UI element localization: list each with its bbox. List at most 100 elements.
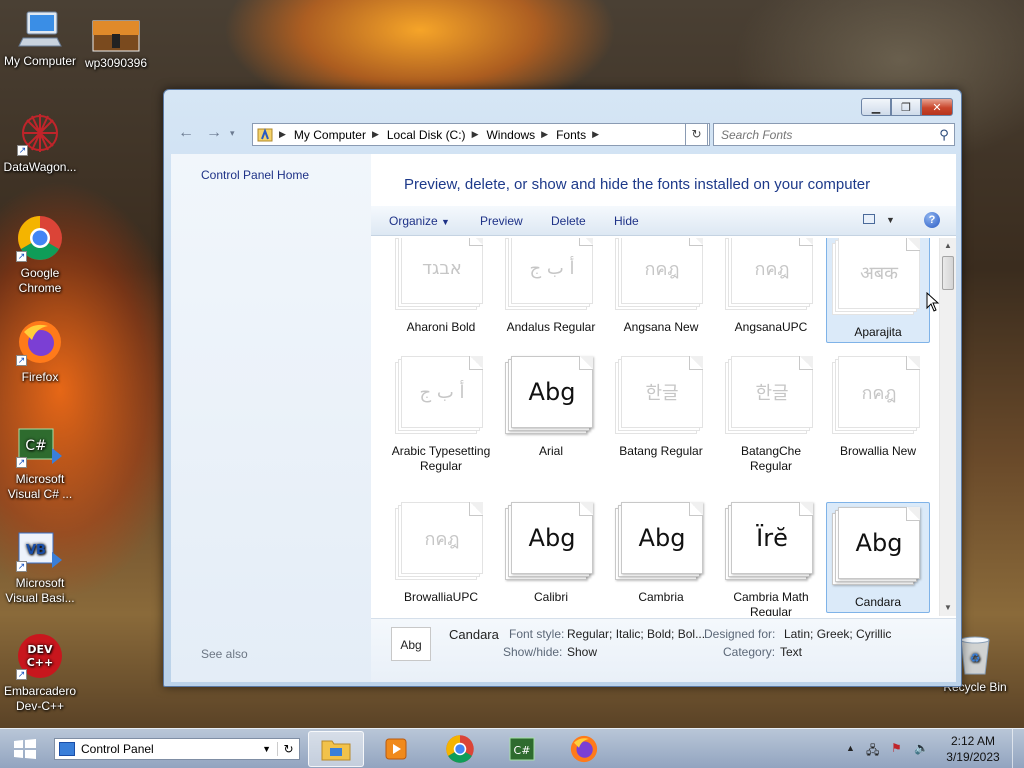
font-item[interactable]: กคฎ Angsana New: [609, 238, 713, 335]
font-item[interactable]: أ ب ج Arabic Typesetting Regular: [389, 356, 493, 474]
start-button[interactable]: [10, 737, 40, 761]
breadcrumb-windows[interactable]: Windows: [486, 128, 535, 142]
breadcrumb-local-disk[interactable]: Local Disk (C:): [387, 128, 466, 142]
font-page-icon: กคฎ: [621, 238, 703, 304]
font-item[interactable]: אבגד Aharoni Bold: [389, 238, 493, 335]
desktop-icon-label: Microsoft Visual Basi...: [5, 576, 75, 605]
taskbar-address-toolbar[interactable]: Control Panel ▼ ↻: [54, 738, 300, 760]
chevron-down-icon[interactable]: ▼: [262, 744, 271, 754]
search-box[interactable]: ⚲: [713, 123, 955, 146]
page-fold-icon: [689, 238, 703, 246]
scroll-up-icon[interactable]: ▲: [940, 238, 956, 254]
font-item[interactable]: अबक Aparajita: [826, 238, 930, 343]
close-button[interactable]: ✕: [921, 98, 953, 116]
details-category-label: Category:: [723, 645, 776, 659]
taskbar-chrome[interactable]: [432, 731, 488, 767]
desktop-icon-visual-csharp[interactable]: C# ↗ Microsoft Visual C# ...: [0, 426, 80, 502]
refresh-button[interactable]: ↻: [685, 123, 708, 146]
font-item[interactable]: 한글 Batang Regular: [609, 356, 713, 459]
details-designed-for-value: Latin; Greek; Cyrillic: [784, 627, 892, 641]
font-item[interactable]: أ ب ج Andalus Regular: [499, 238, 603, 335]
shortcut-arrow-icon: ↗: [16, 669, 27, 680]
desktop-icon-label: Google Chrome: [18, 266, 62, 295]
taskbar-address-value: Control Panel: [81, 742, 154, 756]
font-item[interactable]: กคฎ Browallia New: [826, 356, 930, 459]
recent-pages-button[interactable]: ▾: [230, 128, 235, 139]
minimize-button[interactable]: ▁: [861, 98, 891, 116]
help-button[interactable]: ?: [924, 212, 940, 228]
change-view-button[interactable]: [863, 213, 875, 227]
visual-csharp-icon: C# ↗: [16, 426, 64, 468]
action-center-icon[interactable]: ⚑: [891, 741, 902, 755]
font-page-icon: Ïrĕ: [731, 502, 813, 574]
desktop-icon-devcpp[interactable]: DEV C++ ↗ Embarcadero Dev-C++: [0, 632, 80, 714]
preview-button[interactable]: Preview: [480, 214, 523, 228]
font-item[interactable]: กคฎ AngsanaUPC: [719, 238, 823, 335]
control-panel-home-link[interactable]: Control Panel Home: [201, 168, 309, 182]
hide-button[interactable]: Hide: [614, 214, 639, 228]
taskbar-clock[interactable]: 2:12 AM 3/19/2023: [940, 733, 1006, 765]
font-item[interactable]: Abg Cambria: [609, 502, 713, 605]
font-name-label: AngsanaUPC: [734, 320, 808, 334]
network-icon[interactable]: 🖧: [866, 741, 879, 762]
search-input[interactable]: [714, 127, 934, 142]
taskbar-visual-csharp[interactable]: C#: [494, 731, 550, 767]
font-name-label: Andalus Regular: [506, 320, 596, 334]
volume-icon[interactable]: 🔈: [914, 741, 929, 755]
view-options-button[interactable]: ▼: [886, 215, 895, 225]
page-fold-icon: [689, 502, 703, 516]
vertical-scrollbar[interactable]: ▲ ▼: [939, 238, 956, 616]
desktop-icon-visual-basic[interactable]: VB ↗ Microsoft Visual Basi...: [0, 530, 80, 606]
scroll-down-icon[interactable]: ▼: [940, 600, 956, 616]
clock-time: 2:12 AM: [950, 734, 996, 748]
font-sample-text: अबक: [860, 263, 898, 284]
desktop-icon-firefox[interactable]: ↗ Firefox: [0, 318, 80, 385]
font-page-icon: กคฎ: [838, 356, 920, 428]
back-button[interactable]: ←: [178, 124, 194, 142]
chevron-down-icon: ▼: [441, 217, 450, 227]
desktop-icon-chrome[interactable]: ↗ Google Chrome: [0, 214, 80, 296]
organize-button[interactable]: Organize ▼: [389, 214, 450, 228]
breadcrumb-my-computer[interactable]: My Computer: [294, 128, 366, 142]
maximize-button[interactable]: ❐: [891, 98, 921, 116]
svg-text:DEV: DEV: [27, 643, 53, 656]
show-hidden-icons-button[interactable]: ▲: [846, 743, 855, 753]
desktop-icon-wallpaper[interactable]: wp3090396: [76, 20, 156, 71]
chevron-up-icon: ▲: [846, 743, 855, 753]
chrome-icon: ↗: [16, 214, 64, 262]
breadcrumb-fonts[interactable]: Fonts: [556, 128, 586, 142]
search-icon[interactable]: ⚲: [934, 127, 954, 143]
show-desktop-button[interactable]: [1012, 729, 1024, 768]
font-sample-text: กคฎ: [424, 528, 460, 550]
font-thumbnail: Ïrĕ: [723, 502, 819, 582]
page-fold-icon: [579, 356, 593, 370]
page-fold-icon: [799, 356, 813, 370]
forward-button[interactable]: →: [206, 124, 222, 142]
font-thumbnail: กคฎ: [393, 502, 489, 582]
delete-button[interactable]: Delete: [551, 214, 586, 228]
details-show-hide-value: Show: [567, 645, 598, 659]
font-item[interactable]: Abg Calibri: [499, 502, 603, 605]
font-item[interactable]: กคฎ BrowalliaUPC: [389, 502, 493, 605]
content-pane: Preview, delete, or show and hide the fo…: [371, 154, 956, 682]
font-page-icon: أ ب ج: [511, 238, 593, 304]
mouse-cursor-icon: [926, 291, 940, 315]
taskbar-firefox[interactable]: [556, 731, 612, 767]
font-item[interactable]: 한글 BatangChe Regular: [719, 356, 823, 474]
desktop-icon-datawagon[interactable]: ↗ DataWagon...: [0, 110, 80, 175]
address-bar[interactable]: ▶ My Computer ▶ Local Disk (C:) ▶ Window…: [252, 123, 710, 146]
scrollbar-thumb[interactable]: [942, 256, 954, 290]
svg-text:♻: ♻: [970, 651, 981, 665]
font-item[interactable]: Ïrĕ Cambria Math Regular: [719, 502, 823, 616]
font-item[interactable]: Abg Arial: [499, 356, 603, 459]
details-pane: Abg Candara Font style: Regular; Italic;…: [371, 618, 956, 682]
font-item[interactable]: Abg Candara: [826, 502, 930, 613]
taskbar-media-player[interactable]: [370, 731, 426, 767]
page-fold-icon: [906, 238, 920, 251]
font-thumbnail: Abg: [830, 507, 926, 587]
fonts-window: ▁ ❐ ✕ ← → ▾ ▶ My Computer ▶ Local Disk (…: [163, 89, 962, 687]
desktop-icon-my-computer[interactable]: My Computer: [0, 10, 80, 69]
page-fold-icon: [469, 502, 483, 516]
taskbar-file-explorer[interactable]: [308, 731, 364, 767]
refresh-icon[interactable]: ↻: [277, 742, 299, 756]
